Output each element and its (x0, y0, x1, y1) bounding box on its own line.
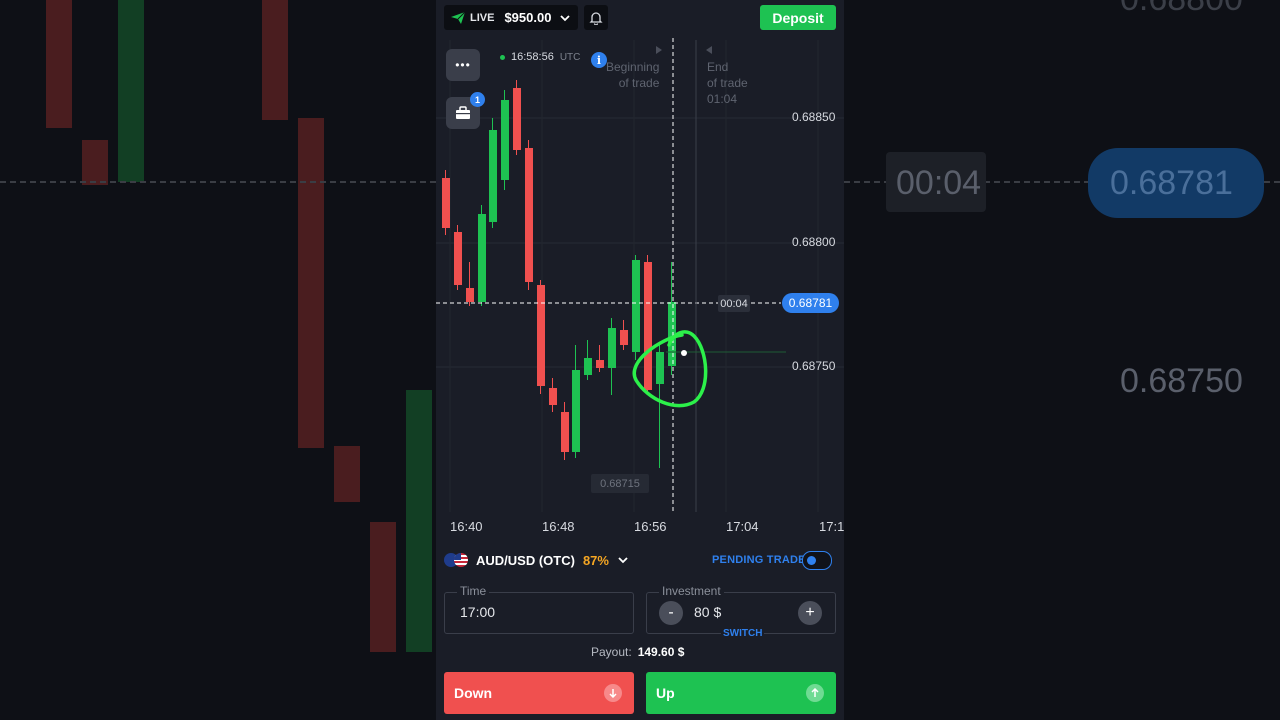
background-chart-left (0, 0, 436, 720)
candle-body (454, 232, 462, 285)
increase-investment-button[interactable]: + (798, 601, 822, 625)
background-candle (118, 0, 144, 182)
y-tick-label: 0.68850 (792, 110, 836, 124)
status-dot (500, 54, 505, 60)
asset-name: AUD/USD (OTC) (476, 552, 575, 568)
asset-payout-percent: 87% (582, 552, 609, 568)
end-arrow-icon (706, 46, 712, 54)
low-price-marker: 0.68715 (591, 474, 649, 493)
server-clock: 16:58:56 UTC (500, 51, 580, 63)
background-candle (82, 140, 108, 185)
begin-label-line: of trade (618, 76, 660, 90)
menu-button[interactable]: ••• (446, 49, 480, 81)
briefcase-icon (456, 106, 470, 119)
background-candle (46, 0, 72, 128)
payout-label: Payout: (591, 645, 632, 659)
candle-body (501, 100, 509, 180)
end-of-trade-label: End of trade 01:04 (707, 59, 748, 107)
time-value: 17:00 (460, 604, 496, 620)
x-tick-label: 16:56 (634, 519, 667, 534)
candle-body (632, 260, 640, 352)
candle-body (489, 130, 497, 222)
candle-body (584, 358, 592, 375)
pending-trade-toggle[interactable] (802, 551, 832, 570)
x-tick-label: 16:48 (542, 519, 575, 534)
candle-body (442, 178, 450, 228)
beginning-of-trade-label: Beginning of trade (606, 59, 659, 91)
background-chart-right: 00:04 0.68781 0.68750 0.68800 (844, 0, 1280, 720)
candle-body (549, 388, 557, 405)
aud-usd-flag-icon (444, 552, 470, 568)
beginning-arrow-icon (656, 46, 662, 54)
up-label: Up (656, 685, 675, 701)
background-candle (406, 390, 432, 652)
x-tick-label: 17:04 (726, 519, 759, 534)
candle-body (656, 352, 664, 384)
candle-body (561, 412, 569, 452)
countdown-badge: 00:04 (718, 295, 750, 312)
current-price-badge: 0.68781 (782, 293, 839, 313)
candle-body (620, 330, 628, 345)
candle-body (537, 285, 545, 386)
payout-row: Payout: 149.60 $ (591, 645, 684, 659)
y-tick-label: 0.68800 (792, 235, 836, 249)
end-label-line: End (707, 60, 729, 74)
pending-trade-label: PENDING TRADE (712, 554, 806, 566)
candle-body (513, 88, 521, 150)
candle-body (478, 214, 486, 302)
candle-body (572, 370, 580, 452)
more-icon: ••• (455, 58, 471, 72)
payout-value: 149.60 $ (637, 645, 685, 659)
timezone-label: UTC (559, 51, 581, 63)
candle-body (525, 148, 533, 282)
candle-body (608, 328, 616, 368)
end-time: 01:04 (707, 92, 738, 106)
background-candle (334, 446, 360, 502)
end-label-line: of trade (707, 76, 748, 90)
arrow-down-icon (604, 684, 622, 702)
background-candle (370, 522, 396, 652)
info-button[interactable]: i (591, 52, 607, 68)
investment-value[interactable]: 80 $ (694, 604, 721, 620)
begin-label-line: Beginning (606, 60, 660, 74)
up-button[interactable]: Up (646, 672, 836, 714)
candle-body (644, 262, 652, 390)
x-tick-label: 17:1 (819, 519, 844, 534)
down-label: Down (454, 685, 493, 701)
toggle-knob (807, 556, 816, 565)
investment-label: Investment (659, 584, 724, 598)
arrow-up-icon (806, 684, 824, 702)
switch-currency-button[interactable]: SWITCH (721, 628, 765, 639)
candle-body (466, 288, 474, 302)
background-candle (298, 118, 324, 448)
candle-body (596, 360, 604, 368)
x-tick-label: 16:40 (450, 519, 483, 534)
background-top-tick: 0.68800 (1120, 0, 1243, 19)
trading-app: LIVE $950.00 Deposit ••• 1 16:58:56 UTC … (436, 0, 844, 720)
background-timer: 00:04 (896, 164, 982, 202)
time-label: Time (457, 584, 490, 598)
background-price-line (0, 181, 436, 183)
down-button[interactable]: Down (444, 672, 634, 714)
clock-time: 16:58:56 (511, 51, 554, 63)
portfolio-badge: 1 (470, 92, 485, 107)
background-candle (262, 0, 288, 120)
trade-entry-marker (681, 350, 687, 356)
background-price: 0.68781 (1110, 164, 1233, 202)
background-tick: 0.68750 (1120, 362, 1243, 400)
decrease-investment-button[interactable]: - (659, 601, 683, 625)
y-tick-label: 0.68750 (792, 359, 836, 373)
chevron-down-icon (618, 557, 628, 564)
